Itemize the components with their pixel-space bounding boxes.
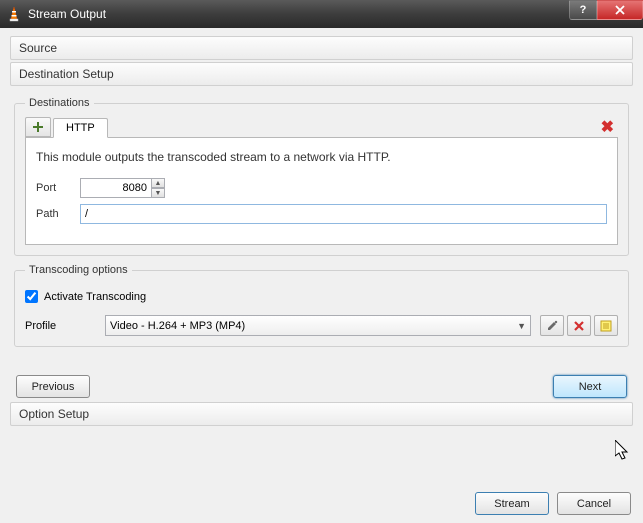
path-input[interactable] [80, 204, 607, 224]
new-profile-button[interactable] [594, 315, 618, 336]
chevron-down-icon: ▼ [517, 321, 526, 331]
port-input[interactable] [80, 178, 152, 198]
add-destination-tab[interactable] [25, 117, 51, 137]
window-title: Stream Output [28, 7, 569, 21]
profile-select[interactable]: Video - H.264 + MP3 (MP4) ▼ [105, 315, 531, 336]
stream-button[interactable]: Stream [475, 492, 549, 515]
delete-profile-button[interactable] [567, 315, 591, 336]
section-option-setup[interactable]: Option Setup [10, 402, 633, 426]
tab-http-body: This module outputs the transcoded strea… [25, 137, 618, 245]
titlebar: Stream Output ? [0, 0, 643, 28]
window-controls: ? [569, 0, 643, 28]
section-source[interactable]: Source [10, 36, 633, 60]
activate-transcoding-checkbox[interactable] [25, 290, 38, 303]
tab-http-label: HTTP [66, 122, 95, 134]
next-button[interactable]: Next [553, 375, 627, 398]
previous-button[interactable]: Previous [16, 375, 90, 398]
port-label: Port [36, 182, 80, 194]
destinations-group: Destinations HTTP ✖ This module outputs … [14, 97, 629, 256]
port-step-up[interactable]: ▲ [151, 178, 165, 188]
activate-transcoding-label: Activate Transcoding [44, 291, 146, 303]
close-button[interactable] [597, 0, 643, 20]
vlc-icon [6, 6, 22, 22]
path-label: Path [36, 208, 80, 220]
delete-destination-icon[interactable]: ✖ [601, 117, 618, 137]
cancel-button[interactable]: Cancel [557, 492, 631, 515]
edit-profile-button[interactable] [540, 315, 564, 336]
transcoding-legend: Transcoding options [25, 264, 132, 276]
help-button[interactable]: ? [569, 0, 597, 20]
transcoding-group: Transcoding options Activate Transcoding… [14, 264, 629, 347]
port-step-down[interactable]: ▼ [151, 188, 165, 198]
destinations-legend: Destinations [25, 97, 94, 109]
tab-http[interactable]: HTTP [53, 118, 108, 138]
profile-label: Profile [25, 320, 105, 332]
http-description: This module outputs the transcoded strea… [36, 150, 607, 164]
section-destination-setup[interactable]: Destination Setup [10, 62, 633, 86]
profile-value: Video - H.264 + MP3 (MP4) [110, 320, 245, 332]
